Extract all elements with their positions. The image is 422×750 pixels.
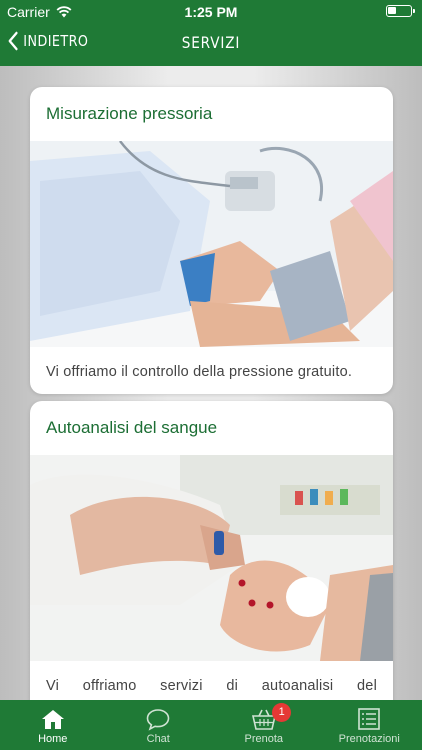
- chevron-left-icon: [8, 31, 18, 51]
- service-card-description: Vi offriamo il controllo della pressione…: [46, 364, 353, 380]
- tab-home[interactable]: Home: [0, 700, 106, 750]
- tab-label: Prenota: [244, 733, 284, 745]
- page-title: SERVIZI: [181, 33, 241, 52]
- service-card-blood-test[interactable]: Autoanalisi del sangue Vi offriamo servi…: [30, 401, 393, 700]
- app-header: Carrier 1:25 PM INDIETRO SERVIZI: [0, 0, 422, 66]
- list-icon: [358, 708, 381, 730]
- service-card-title: Autoanalisi del sangue: [46, 418, 218, 437]
- blood-test-photo: [30, 455, 393, 661]
- battery-icon: [386, 5, 415, 17]
- cart-count-badge: 1: [272, 703, 292, 722]
- home-icon: [41, 710, 64, 729]
- tab-prenotazioni[interactable]: Prenotazioni: [317, 700, 422, 750]
- tab-bar: Home Chat 1 Prenota Prenotazioni: [0, 700, 422, 750]
- service-card-description: Vi offriamo servizi di autoanalisi del: [46, 678, 377, 694]
- service-card-title: Misurazione pressoria: [46, 104, 213, 123]
- tab-chat[interactable]: Chat: [106, 700, 212, 750]
- tab-prenota[interactable]: 1 Prenota: [211, 700, 317, 750]
- status-bar: Carrier 1:25 PM: [0, 0, 422, 22]
- tab-label: Prenotazioni: [338, 733, 400, 745]
- tab-label: Home: [38, 733, 68, 745]
- services-list[interactable]: Misurazione pressoria Vi offriamo il con…: [0, 66, 422, 700]
- status-time: 1:25 PM: [184, 4, 238, 20]
- chat-icon: [146, 709, 170, 731]
- navigation-bar: INDIETRO SERVIZI: [0, 22, 422, 66]
- service-card-pressure[interactable]: Misurazione pressoria Vi offriamo il con…: [30, 87, 393, 394]
- blood-pressure-photo: [30, 141, 393, 347]
- tab-label: Chat: [146, 733, 170, 745]
